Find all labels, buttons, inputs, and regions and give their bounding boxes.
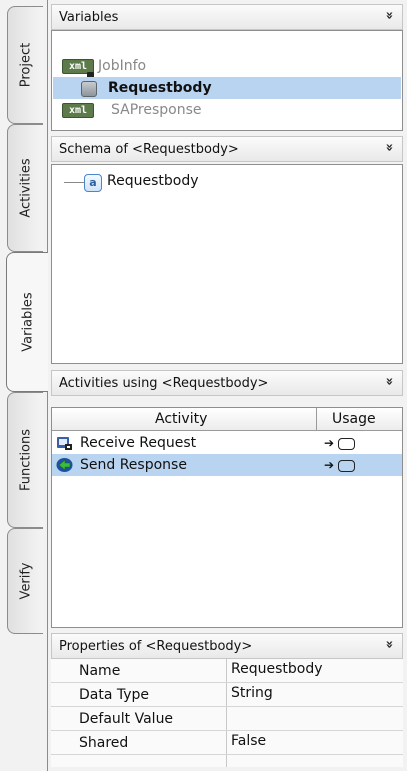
table-header: Activity Usage xyxy=(52,408,402,431)
property-value[interactable]: Requestbody xyxy=(231,661,323,677)
tab-verify[interactable]: Verify xyxy=(7,528,43,634)
variables-list: xml JobInfo Requestbody xml SAPresponse xyxy=(51,30,403,131)
activity-name: Receive Request xyxy=(80,435,197,451)
vertical-tab-strip: Project Activities Variables Functions V… xyxy=(0,0,48,771)
variable-label: Requestbody xyxy=(108,80,212,96)
activities-table: Activity Usage Receive Request ➔ Send Re… xyxy=(51,407,403,628)
double-chevron-down-icon[interactable]: » xyxy=(381,640,396,648)
property-row-name[interactable]: Name Requestbody xyxy=(51,659,403,683)
double-chevron-down-icon[interactable]: » xyxy=(381,143,396,151)
variables-header[interactable]: Variables » xyxy=(51,4,403,30)
schema-tree: a Requestbody xyxy=(51,164,403,364)
tab-functions[interactable]: Functions xyxy=(7,392,43,528)
property-row-data-type[interactable]: Data Type String xyxy=(51,683,403,707)
tab-project-label: Project xyxy=(18,42,33,88)
property-key: Shared xyxy=(79,735,129,751)
property-key: Name xyxy=(79,663,121,679)
variables-pane: Variables » xml JobInfo Requestbody xml … xyxy=(47,0,406,771)
property-row-shared[interactable]: Shared False xyxy=(51,731,403,755)
database-icon xyxy=(81,81,97,97)
property-row-default-value[interactable]: Default Value xyxy=(51,707,403,731)
column-divider xyxy=(316,408,317,431)
variable-label: SAPresponse xyxy=(111,102,202,118)
xml-icon: xml xyxy=(62,103,94,118)
tab-variables[interactable]: Variables xyxy=(6,252,48,392)
variable-item-sapresponse[interactable]: xml SAPresponse xyxy=(53,99,401,121)
variable-item-requestbody[interactable]: Requestbody xyxy=(53,77,401,99)
send-response-icon xyxy=(56,458,73,472)
properties-header[interactable]: Properties of <Requestbody> » xyxy=(51,633,403,659)
tab-verify-label: Verify xyxy=(18,562,33,600)
xml-locked-icon: xml xyxy=(62,59,94,78)
activities-header[interactable]: Activities using <Requestbody> » xyxy=(51,370,403,396)
table-row[interactable]: Send Response ➔ xyxy=(52,454,402,476)
activity-name: Send Response xyxy=(80,457,187,473)
schema-header[interactable]: Schema of <Requestbody> » xyxy=(51,136,403,162)
properties-title: Properties of <Requestbody> xyxy=(59,639,253,654)
attribute-icon: a xyxy=(84,174,102,192)
schema-node-label: Requestbody xyxy=(107,173,199,189)
property-value[interactable]: False xyxy=(231,733,266,749)
schema-title: Schema of <Requestbody> xyxy=(59,142,239,157)
activities-title: Activities using <Requestbody> xyxy=(59,376,269,391)
tab-project[interactable]: Project xyxy=(7,6,43,124)
properties-table: Name Requestbody Data Type String Defaul… xyxy=(51,659,403,767)
variable-item-jobinfo[interactable]: xml JobInfo xyxy=(53,55,401,78)
property-key: Data Type xyxy=(79,687,150,703)
variable-label: JobInfo xyxy=(98,58,147,74)
receive-request-icon xyxy=(57,437,72,450)
variables-title: Variables xyxy=(59,10,119,25)
property-value[interactable]: String xyxy=(231,685,273,701)
tab-activities-label: Activities xyxy=(18,158,33,218)
double-chevron-down-icon[interactable]: » xyxy=(381,377,396,385)
tab-activities[interactable]: Activities xyxy=(7,124,43,252)
tab-functions-label: Functions xyxy=(18,428,33,492)
tab-variables-label: Variables xyxy=(20,292,35,352)
table-row[interactable]: Receive Request ➔ xyxy=(52,432,402,454)
column-header-activity[interactable]: Activity xyxy=(155,411,207,427)
property-key: Default Value xyxy=(79,711,174,727)
tree-connector xyxy=(64,182,84,183)
double-chevron-down-icon[interactable]: » xyxy=(381,11,396,19)
column-header-usage[interactable]: Usage xyxy=(332,411,376,427)
